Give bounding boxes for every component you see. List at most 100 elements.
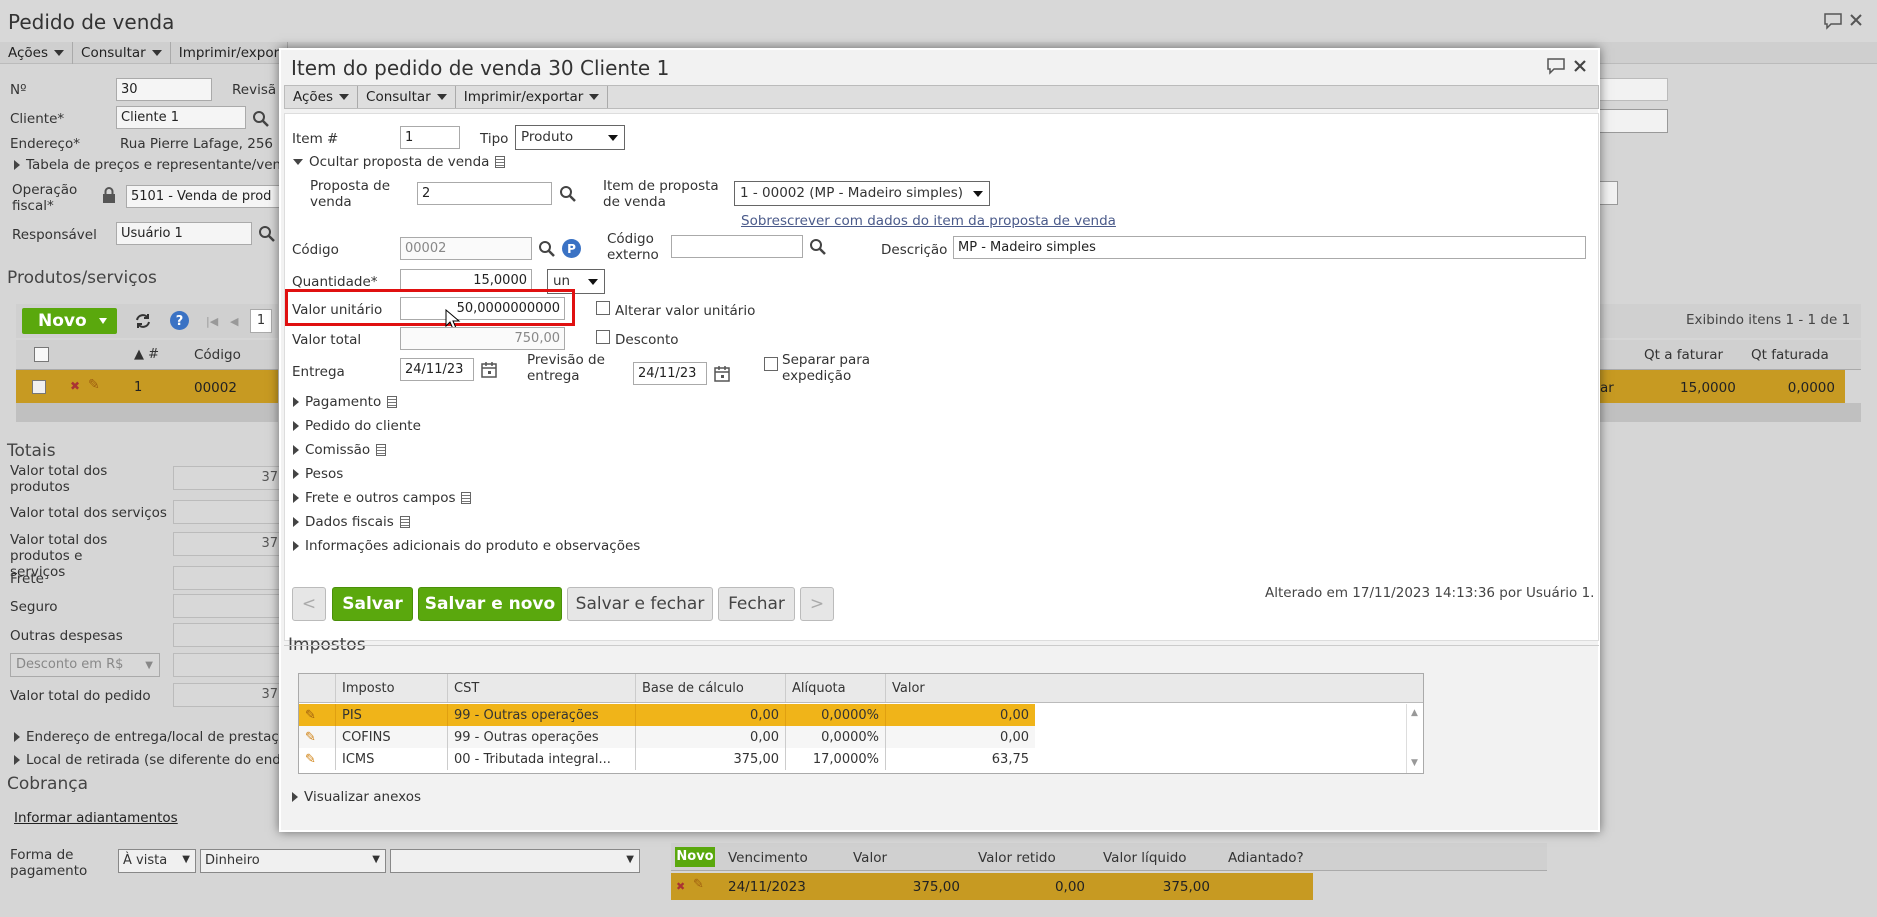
next-record-button[interactable]: > (800, 587, 834, 621)
codigo-externo-field[interactable] (671, 235, 803, 258)
bg-grid-hash-col[interactable]: ▲ # (134, 347, 159, 362)
bg-t-frete-field[interactable] (173, 566, 283, 590)
product-info-icon[interactable]: P (561, 238, 582, 259)
section-dados-fiscais[interactable]: Dados fiscais (293, 514, 410, 530)
bg-t-desconto-select[interactable]: Desconto em R$ ▼ (10, 653, 160, 677)
bg-right-select[interactable] (1598, 109, 1668, 133)
bg-parc-col-vencimento[interactable]: Vencimento (728, 850, 808, 866)
item-proposta-select[interactable]: 1 - 00002 (MP - Madeiro simples) (734, 181, 990, 206)
delete-icon[interactable]: ✖ (70, 379, 80, 393)
section-pagamento[interactable]: Pagamento (293, 394, 398, 410)
tipo-select[interactable]: Produto (515, 125, 625, 150)
item-number-field[interactable] (400, 126, 460, 149)
bg-t-outras-field[interactable] (173, 623, 283, 647)
table-row[interactable]: ✎ PIS 99 - Outras operações 0,00 0,0000%… (299, 704, 1035, 726)
table-row[interactable]: ✎ ICMS 00 - Tributada integral... 375,00… (299, 748, 1035, 770)
codigo-search-icon[interactable] (538, 240, 556, 258)
bg-end-entrega-toggle[interactable]: Endereço de entrega/local de prestaç (14, 729, 279, 745)
impostos-col-imposto[interactable]: Imposto (336, 674, 448, 702)
bg-menu-acoes[interactable]: Ações (0, 42, 74, 64)
bg-parc-col-valor[interactable]: Valor (853, 850, 887, 866)
impostos-scrollbar[interactable]: ▲ ▼ (1406, 704, 1423, 773)
modal-menu-imprimir[interactable]: Imprimir/exportar (456, 86, 609, 108)
bg-t-seguro-field[interactable] (173, 594, 283, 618)
impostos-col-base[interactable]: Base de cálculo (636, 674, 786, 702)
section-comissao[interactable]: Comissão (293, 442, 387, 458)
bg-grid-codigo-col[interactable]: Código (194, 347, 241, 363)
bg-grid-qt-faturar-col[interactable]: Qt a faturar (1644, 347, 1723, 363)
bg-right-field[interactable] (1598, 78, 1668, 101)
bg-forma-avista-select[interactable]: À vista ▼ (118, 849, 196, 873)
bg-grid-checkbox[interactable] (34, 347, 49, 362)
entrega-calendar-icon[interactable] (481, 361, 497, 378)
edit-icon[interactable]: ✎ (299, 748, 336, 770)
chat-icon[interactable] (1823, 12, 1843, 30)
previsao-calendar-icon[interactable] (714, 365, 730, 382)
previsao-field[interactable] (633, 362, 707, 385)
bg-menu-imprimir[interactable]: Imprimir/expor (171, 42, 289, 64)
desconto-checkbox[interactable] (596, 330, 610, 344)
entrega-field[interactable] (400, 358, 474, 381)
codigo-field[interactable] (400, 237, 532, 260)
edit-icon[interactable]: ✎ (88, 377, 100, 393)
salvar-e-fechar-button[interactable]: Salvar e fechar (567, 587, 713, 621)
edit-icon[interactable]: ✎ (299, 704, 336, 726)
bg-parc-col-valor-liquido[interactable]: Valor líquido (1103, 850, 1187, 866)
visualizar-anexos-toggle[interactable]: Visualizar anexos (292, 789, 421, 805)
refresh-icon[interactable] (133, 311, 153, 331)
bg-grid-row-checkbox[interactable] (32, 380, 46, 394)
modal-chat-icon[interactable] (1546, 57, 1566, 75)
bg-grid-scrollbar-right[interactable] (1597, 403, 1861, 422)
bg-informar-adiantamentos-link[interactable]: Informar adiantamentos (14, 810, 178, 826)
bg-parc-col-valor-retido[interactable]: Valor retido (978, 850, 1056, 866)
bg-responsavel-field[interactable] (116, 222, 252, 245)
bg-t-desconto-field[interactable] (173, 653, 283, 677)
salvar-button[interactable]: Salvar (332, 587, 413, 621)
bg-parc-edit-icon[interactable]: ✎ (693, 877, 704, 892)
bg-t-ps-field[interactable]: 37 (173, 532, 283, 556)
bg-local-retirada-toggle[interactable]: Local de retirada (se diferente do end (14, 752, 281, 768)
bg-cliente-search-icon[interactable] (252, 110, 270, 128)
separar-checkbox[interactable] (764, 357, 778, 371)
prev-record-button[interactable]: < (292, 587, 326, 621)
bg-cliente-field[interactable] (116, 106, 246, 129)
valor-unitario-field[interactable] (400, 297, 565, 320)
help-icon[interactable]: ? (169, 310, 190, 331)
close-icon[interactable] (1849, 13, 1863, 27)
proposta-field[interactable] (417, 182, 552, 205)
salvar-e-novo-button[interactable]: Salvar e novo (418, 587, 562, 621)
bg-t-prod-field[interactable]: 37 (173, 466, 283, 490)
bg-operacao-field[interactable] (126, 185, 282, 208)
impostos-col-aliquota[interactable]: Alíquota (786, 674, 886, 702)
ocultar-proposta-toggle[interactable]: Ocultar proposta de venda (293, 154, 506, 170)
bg-forma-dinheiro-select[interactable]: Dinheiro ▼ (200, 849, 386, 873)
alterar-valor-checkbox[interactable] (596, 301, 610, 315)
bg-parc-delete-icon[interactable]: ✖ (676, 880, 685, 893)
section-informacoes-adicionais[interactable]: Informações adicionais do produto e obse… (293, 538, 640, 554)
scroll-down-icon[interactable]: ▼ (1411, 758, 1418, 768)
impostos-col-valor[interactable]: Valor (886, 674, 1423, 702)
section-pedido-cliente[interactable]: Pedido do cliente (293, 418, 421, 434)
table-row[interactable]: ✎ COFINS 99 - Outras operações 0,00 0,00… (299, 726, 1035, 748)
bg-novo-button[interactable]: Novo (22, 308, 117, 334)
bg-t-pedido-field[interactable]: 37 (173, 683, 283, 707)
proposta-search-icon[interactable] (559, 185, 577, 203)
bg-menu-consultar[interactable]: Consultar (73, 42, 171, 64)
prev-page-icon[interactable]: ◀ (230, 315, 238, 328)
bg-t-serv-field[interactable] (173, 500, 283, 524)
bg-page-num[interactable]: 1 (250, 309, 272, 333)
descricao-field[interactable] (953, 236, 1586, 259)
edit-icon[interactable]: ✎ (299, 726, 336, 748)
bg-no-field[interactable] (116, 78, 212, 101)
bg-tabela-toggle[interactable]: Tabela de preços e representante/ven (14, 157, 281, 173)
section-frete[interactable]: Frete e outros campos (293, 490, 472, 506)
bg-forma-extra-select[interactable]: ▼ (390, 849, 640, 873)
scroll-up-icon[interactable]: ▲ (1411, 708, 1418, 718)
fechar-button[interactable]: Fechar (718, 587, 795, 621)
bg-parc-col-adiantado[interactable]: Adiantado? (1228, 850, 1304, 866)
modal-close-icon[interactable] (1573, 59, 1587, 73)
codigo-externo-search-icon[interactable] (809, 238, 827, 256)
section-pesos[interactable]: Pesos (293, 466, 343, 482)
bg-grid-qt-faturada-col[interactable]: Qt faturada (1751, 347, 1829, 363)
modal-menu-consultar[interactable]: Consultar (358, 86, 456, 108)
